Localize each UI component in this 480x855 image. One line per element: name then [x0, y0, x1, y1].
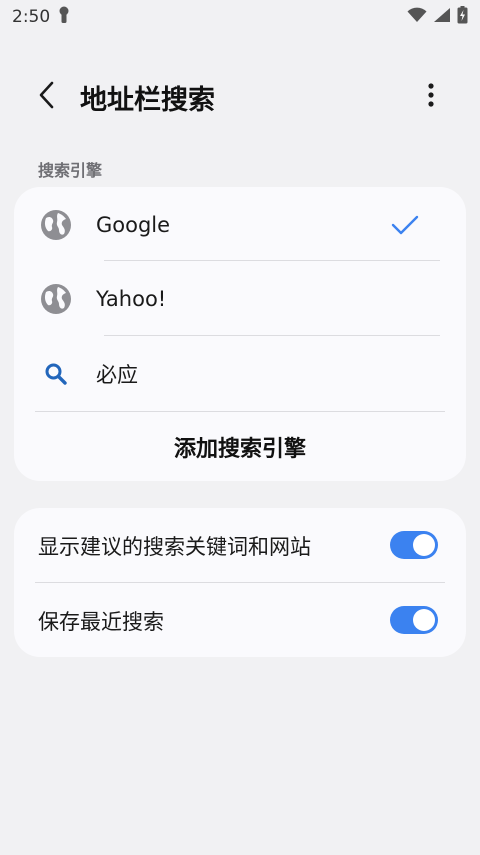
search-icon — [40, 358, 72, 390]
more-vertical-icon — [427, 82, 435, 112]
notification-key-icon — [58, 6, 70, 29]
add-search-engine-button[interactable]: 添加搜索引擎 — [14, 412, 466, 481]
engine-row-google[interactable]: Google — [14, 187, 466, 262]
engine-label: 必应 — [96, 362, 138, 387]
search-engines-card: Google Yahoo! 必应 添加搜索引擎 — [14, 187, 466, 481]
engine-row-bing[interactable]: 必应 — [14, 336, 466, 411]
globe-icon — [40, 283, 72, 315]
pref-row-suggestions[interactable]: 显示建议的搜索关键词和网站 — [14, 508, 466, 582]
engine-label: Google — [96, 212, 171, 237]
globe-icon — [40, 209, 72, 241]
toggle-knob — [413, 534, 435, 556]
back-button[interactable] — [30, 80, 64, 114]
chevron-left-icon — [36, 80, 58, 114]
wifi-icon — [407, 7, 427, 28]
status-bar: 2:50 — [0, 0, 480, 34]
battery-charging-icon — [457, 5, 468, 29]
recent-searches-toggle[interactable] — [390, 606, 438, 634]
app-bar: 地址栏搜索 — [0, 62, 480, 132]
check-icon — [390, 210, 420, 240]
pref-label: 保存最近搜索 — [38, 610, 164, 634]
toggle-knob — [413, 609, 435, 631]
pref-label: 显示建议的搜索关键词和网站 — [38, 535, 311, 559]
status-time: 2:50 — [12, 7, 51, 27]
pref-row-recent-searches[interactable]: 保存最近搜索 — [14, 583, 466, 657]
suggestions-toggle[interactable] — [390, 531, 438, 559]
page-title: 地址栏搜索 — [80, 85, 215, 116]
engine-label: Yahoo! — [96, 286, 167, 311]
signal-icon — [433, 7, 451, 28]
section-label-search-engines: 搜索引擎 — [38, 161, 103, 180]
engine-row-yahoo[interactable]: Yahoo! — [14, 261, 466, 336]
preferences-card: 显示建议的搜索关键词和网站 保存最近搜索 — [14, 508, 466, 657]
more-options-button[interactable] — [414, 78, 448, 116]
